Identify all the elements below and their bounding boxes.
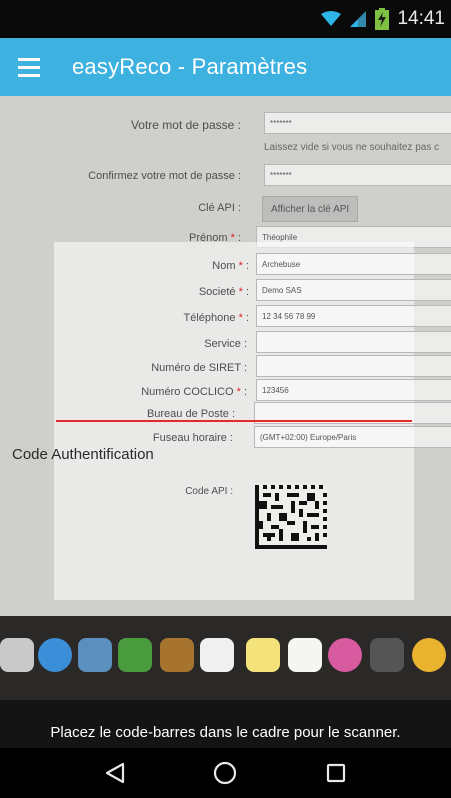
service-label: Service :	[204, 338, 247, 350]
notes-icon	[160, 638, 194, 672]
confirm-password-label: Confirmez votre mot de passe :	[88, 170, 241, 182]
timezone-select: (GMT+02:00) Europe/Paris	[254, 426, 451, 448]
company-label: Societé * :	[198, 286, 249, 298]
finder-icon	[0, 638, 34, 672]
reminders-icon	[288, 638, 322, 672]
lastname-field: Archebuse	[256, 253, 451, 275]
status-icons: 14:41	[321, 8, 445, 30]
post-office-label: Bureau de Poste :	[146, 408, 235, 420]
battery-charging-icon	[375, 8, 390, 30]
camera-preview: Votre mot de passe : ******* Laissez vid…	[0, 96, 451, 700]
calendar-icon	[200, 638, 234, 672]
back-triangle-icon[interactable]	[93, 751, 137, 795]
password-field: *******	[264, 112, 451, 134]
status-bar: 14:41	[0, 0, 451, 38]
show-api-key-button: Afficher la clé API	[262, 196, 359, 222]
scan-hint-text: Placez le code-barres dans le cadre pour…	[50, 724, 401, 741]
app-title: easyReco - Paramètres	[72, 54, 308, 79]
status-time: 14:41	[397, 8, 445, 29]
coclico-field: 123456	[256, 379, 451, 401]
password-hint: Laissez vide si vous ne souhaitez pas c	[264, 142, 440, 153]
signal-icon	[350, 11, 367, 27]
safari-icon	[38, 638, 72, 672]
navigation-bar	[0, 748, 451, 798]
preview-icon	[78, 638, 112, 672]
itunes-icon	[328, 638, 362, 672]
password-label: Votre mot de passe :	[130, 118, 241, 132]
stickies-icon	[118, 638, 152, 672]
recents-square-icon[interactable]	[314, 751, 358, 795]
service-field	[256, 331, 451, 353]
lastname-label: Nom * :	[212, 260, 249, 272]
auth-section-title: Code Authentification	[12, 446, 154, 463]
macos-dock	[0, 626, 451, 686]
app-bar: easyReco - Paramètres	[0, 38, 451, 96]
confirm-password-field: *******	[264, 164, 451, 186]
scan-line	[56, 420, 412, 422]
photobooth-icon	[370, 638, 404, 672]
phone-field: 12 34 56 78 99	[256, 305, 451, 327]
stickynote-icon	[246, 638, 280, 672]
chrome-icon	[412, 638, 446, 672]
api-key-label: Clé API :	[198, 202, 241, 214]
home-circle-icon[interactable]	[203, 751, 247, 795]
hamburger-menu-icon[interactable]	[18, 38, 58, 96]
company-field: Demo SAS	[256, 279, 451, 301]
barcode-image	[255, 485, 327, 549]
timezone-label: Fuseau horaire :	[152, 432, 233, 444]
phone-label: Téléphone * :	[183, 312, 249, 324]
siret-label: Numéro de SIRET :	[151, 362, 247, 374]
siret-field	[256, 355, 451, 377]
api-code-label: Code API :	[185, 486, 233, 497]
wifi-icon	[321, 11, 342, 26]
coclico-label: Numéro COCLICO * :	[141, 386, 247, 398]
